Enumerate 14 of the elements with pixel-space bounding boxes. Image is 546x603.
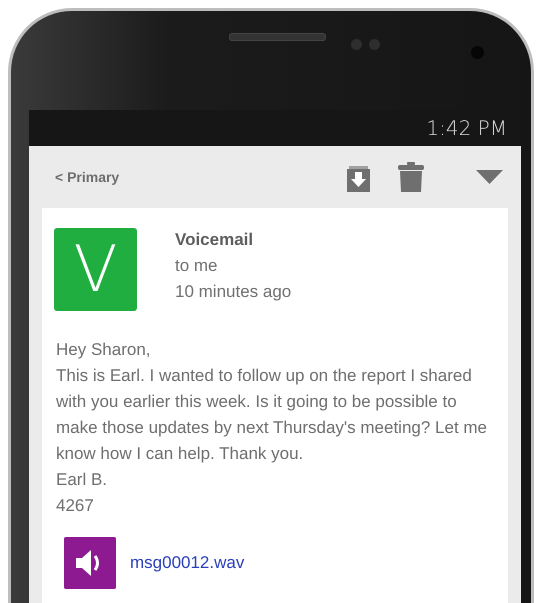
back-link[interactable]: < Primary bbox=[55, 169, 347, 185]
recipient-text: to me bbox=[175, 256, 219, 276]
message-text: 4267 bbox=[56, 495, 95, 517]
trash-icon[interactable] bbox=[398, 162, 424, 192]
message-time: 10 minutes ago bbox=[175, 282, 292, 302]
speaker-icon[interactable] bbox=[64, 537, 116, 589]
sender-name: Voicemail bbox=[175, 230, 254, 250]
message-text: Hey Sharon, bbox=[56, 339, 152, 361]
attachment-link[interactable]: msg00012.wav bbox=[130, 553, 244, 573]
clock: 1:42 PM bbox=[426, 116, 507, 140]
message-text: This is Earl. I wanted to follow up on the report I shared with you earlier this week. Is it going to be possible to make those updates by next Thursday's meeting? Let me know how I can help. Thank you. bbox=[56, 365, 488, 465]
dropdown-arrow-icon[interactable] bbox=[476, 170, 503, 184]
avatar: V bbox=[54, 228, 137, 311]
message-text: Earl B. bbox=[56, 469, 108, 491]
